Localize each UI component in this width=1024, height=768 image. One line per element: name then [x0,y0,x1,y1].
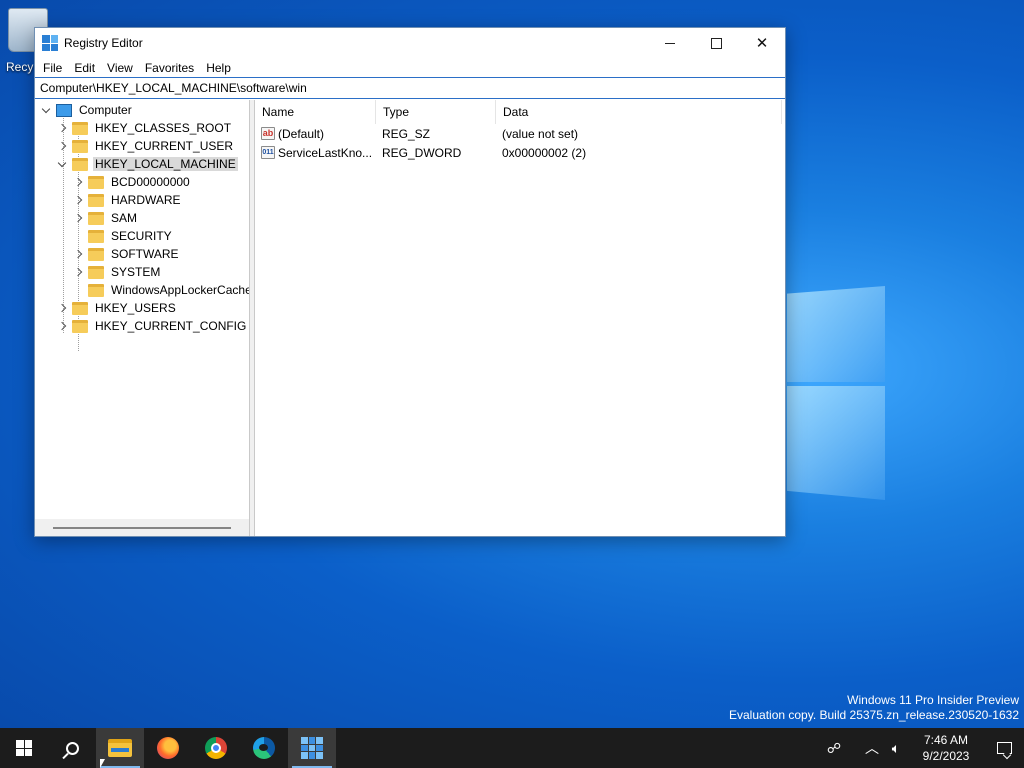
value-row[interactable]: 011 ServiceLastKno... REG_DWORD 0x000000… [255,143,782,162]
mouse-cursor-icon [100,759,105,768]
search-icon [65,741,79,755]
taskbar-edge[interactable] [240,728,288,768]
folder-icon [88,265,104,279]
taskbar: ☍ ︿ 🔈︎ 7:46 AM 9/2/2023 [0,728,1024,768]
chrome-icon [205,737,227,759]
menu-file[interactable]: File [37,61,68,75]
menu-bar: File Edit View Favorites Help [35,58,785,77]
tree-item-security[interactable]: SECURITY [72,227,174,245]
watermark-build: Evaluation copy. Build 25375.zn_release.… [729,708,1019,722]
address-bar[interactable] [35,77,785,99]
tree-item-hkey-local-machine[interactable]: HKEY_LOCAL_MACHINE [56,155,238,173]
tree-item-computer[interactable]: Computer [40,101,134,119]
value-name: (Default) [278,126,325,141]
registry-editor-window: Registry Editor ✕ File Edit View Favorit… [34,27,786,537]
chevron-right-icon[interactable] [72,194,84,206]
clock[interactable]: 7:46 AM 9/2/2023 [908,732,984,764]
taskbar-firefox[interactable] [144,728,192,768]
folder-icon [72,139,88,153]
chevron-right-icon[interactable] [72,248,84,260]
folder-icon [72,301,88,315]
folder-icon [72,121,88,135]
menu-help[interactable]: Help [200,61,237,75]
folder-icon [88,211,104,225]
value-name: ServiceLastKno... [278,145,373,160]
close-button[interactable]: ✕ [739,28,785,58]
file-explorer-icon [108,739,132,757]
window-title: Registry Editor [64,36,143,50]
chevron-right-icon[interactable] [56,140,68,152]
chevron-right-icon[interactable] [72,266,84,278]
clock-date: 9/2/2023 [922,749,970,763]
chevron-right-icon[interactable] [56,122,68,134]
start-button[interactable] [0,728,48,768]
column-header-type[interactable]: Type [376,100,496,124]
computer-icon [56,103,72,117]
windows-logo-icon [16,740,32,756]
maximize-button[interactable] [693,28,739,58]
tree-item-hkey-users[interactable]: HKEY_USERS [56,299,178,317]
tree-item-software[interactable]: SOFTWARE [72,245,181,263]
folder-icon [88,283,104,297]
chevron-down-icon[interactable] [56,158,68,170]
string-value-icon: ab [261,127,275,140]
chevron-right-icon[interactable] [72,212,84,224]
menu-favorites[interactable]: Favorites [139,61,200,75]
volume-icon[interactable]: 🔈︎ [884,728,908,768]
watermark-edition: Windows 11 Pro Insider Preview [847,693,1019,707]
key-tree-pane[interactable]: Computer HKEY_CLASSES_ROOT HKEY_CURRENT_… [35,100,250,536]
edge-icon [253,737,275,759]
title-bar[interactable]: Registry Editor ✕ [35,28,785,58]
people-icon[interactable]: ☍ [822,728,846,768]
column-header-data[interactable]: Data [496,100,782,124]
tree-horizontal-scrollbar[interactable] [35,519,249,536]
notifications-button[interactable] [984,728,1024,768]
wallpaper-windows-logo [787,268,887,500]
minimize-button[interactable] [647,28,693,58]
scrollbar-thumb[interactable] [53,527,231,529]
folder-icon [88,229,104,243]
binary-value-icon: 011 [261,146,275,159]
evaluation-watermark: Windows 11 Pro Insider Preview Evaluatio… [729,693,1019,723]
folder-icon [88,193,104,207]
notification-icon [996,742,1012,754]
registry-editor-icon [301,737,323,759]
column-header-name[interactable]: Name [255,100,376,124]
values-list-pane[interactable]: Name Type Data ab (Default) REG_SZ (valu… [255,100,785,536]
tree-item-system[interactable]: SYSTEM [72,263,162,281]
system-tray: ☍ ︿ 🔈︎ 7:46 AM 9/2/2023 [822,728,1024,768]
clock-time: 7:46 AM [923,733,969,747]
tree-item-bcd00000000[interactable]: BCD00000000 [72,173,192,191]
value-row[interactable]: ab (Default) REG_SZ (value not set) [255,124,782,143]
tree-item-hkey-current-config[interactable]: HKEY_CURRENT_CONFIG [56,317,248,335]
folder-icon [72,319,88,333]
taskbar-chrome[interactable] [192,728,240,768]
folder-open-icon [72,157,88,171]
folder-icon [88,175,104,189]
chevron-right-icon[interactable] [56,320,68,332]
firefox-icon [157,737,179,759]
registry-editor-icon [42,35,58,51]
chevron-right-icon[interactable] [56,302,68,314]
value-type: REG_DWORD [382,145,462,160]
tree-item-hkey-classes-root[interactable]: HKEY_CLASSES_ROOT [56,119,233,137]
value-data: (value not set) [502,126,579,141]
chevron-down-icon[interactable] [40,104,52,116]
menu-edit[interactable]: Edit [68,61,101,75]
tree-item-hardware[interactable]: HARDWARE [72,191,183,209]
chevron-right-icon[interactable] [72,176,84,188]
search-button[interactable] [48,728,96,768]
tree-item-sam[interactable]: SAM [72,209,139,227]
tree-item-windowsapplockercache[interactable]: WindowsAppLockerCache [72,281,249,299]
tree-item-hkey-current-user[interactable]: HKEY_CURRENT_USER [56,137,235,155]
value-type: REG_SZ [382,126,431,141]
chevron-up-icon[interactable]: ︿ [860,728,884,768]
folder-icon [88,247,104,261]
menu-view[interactable]: View [101,61,139,75]
address-input[interactable] [40,81,785,95]
taskbar-registry-editor[interactable] [288,728,336,768]
value-data: 0x00000002 (2) [502,145,587,160]
